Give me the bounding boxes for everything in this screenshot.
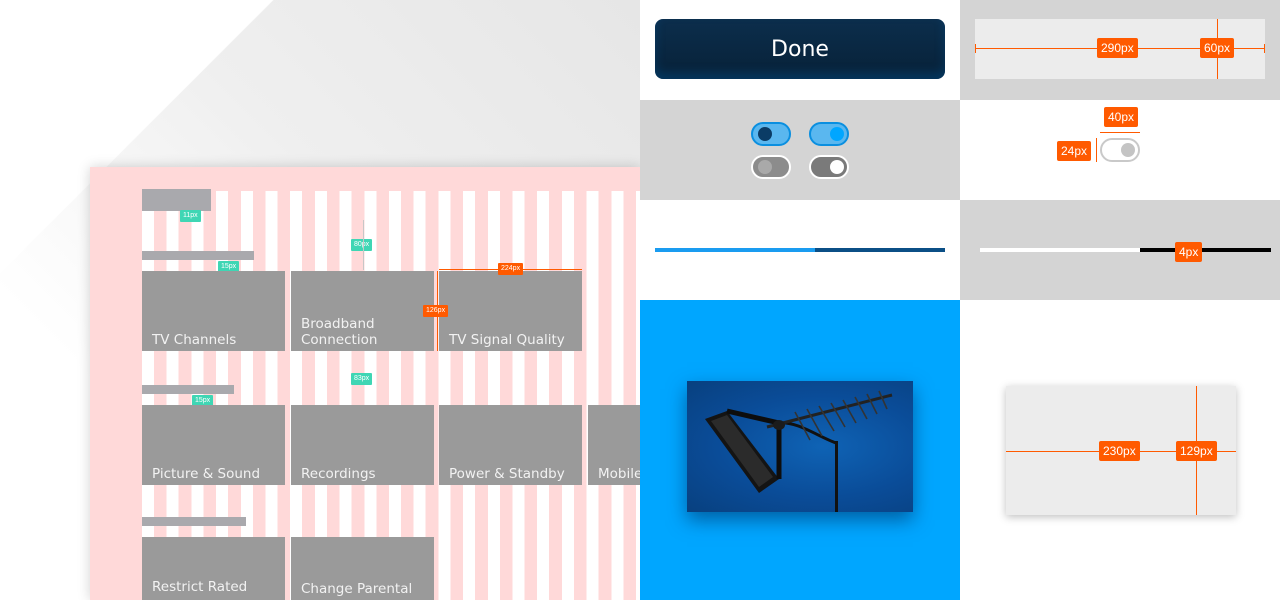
tile-change-parental[interactable]: Change Parental	[291, 537, 434, 600]
toggle-width-label: 40px	[1104, 107, 1139, 127]
done-button[interactable]: Done	[655, 19, 945, 79]
spacing-line	[363, 220, 364, 270]
toggle-on-focused-right[interactable]	[809, 122, 849, 146]
toggle-off-right[interactable]	[809, 155, 849, 179]
section-heading-placeholder	[142, 251, 254, 260]
antenna-image	[687, 381, 913, 512]
width-measure-cap-left	[975, 44, 976, 53]
title-placeholder	[142, 189, 211, 211]
toggle-width-line	[1100, 132, 1140, 133]
tile-label: Power & Standby	[449, 466, 565, 482]
tile-label: Recordings	[301, 466, 376, 482]
slider-spec-track-light	[980, 248, 1140, 252]
tile-recordings[interactable]: Recordings	[291, 405, 434, 485]
tile-tv-signal-quality[interactable]: TV Signal Quality	[439, 271, 582, 351]
toggle-height-line	[1096, 138, 1097, 162]
slider-fill	[655, 248, 815, 252]
toggle-knob	[758, 160, 772, 174]
spacing-tag: 83px	[351, 373, 373, 385]
section-heading-placeholder	[142, 517, 246, 526]
tile-label: TV Channels	[152, 332, 237, 348]
tile-label: Restrict Rated	[152, 579, 248, 595]
tile-label: Broadband Connection	[301, 316, 378, 348]
toggle-cell	[640, 100, 960, 200]
tile-tv-channels[interactable]: TV Channels	[142, 271, 285, 351]
slider-thickness-label: 4px	[1175, 242, 1203, 262]
tile-picture-sound[interactable]: Picture & Sound	[142, 405, 285, 485]
toggle-knob	[1121, 143, 1135, 157]
antenna-icon	[705, 390, 893, 512]
section-heading-placeholder	[142, 385, 234, 394]
tile-mobile[interactable]: Mobile	[588, 405, 640, 485]
spacing-tag: 11px	[180, 210, 201, 222]
toggle-off-left[interactable]	[751, 155, 791, 179]
toggle-knob	[830, 160, 844, 174]
toggle-spec-sample	[1100, 138, 1140, 162]
image-height-label: 129px	[1176, 441, 1217, 461]
width-measure-cap-right	[1264, 44, 1265, 53]
slider-spec-track-dark	[1140, 248, 1271, 252]
tile-label: Change Parental	[301, 581, 413, 597]
width-label: 290px	[1097, 38, 1138, 58]
toggle-height-label: 24px	[1057, 141, 1092, 161]
toggle-on-focused-left[interactable]	[751, 122, 791, 146]
tile-power-standby[interactable]: Power & Standby	[439, 405, 582, 485]
toggle-knob	[830, 127, 844, 141]
tile-label: TV Signal Quality	[449, 332, 565, 348]
spacing-tag: 80px	[351, 239, 373, 251]
layout-grid-panel: 11px 80px 15px TV Channels Broadband Con…	[90, 167, 640, 600]
tile-label: Picture & Sound	[152, 466, 261, 482]
tile-label: Mobile	[598, 466, 640, 482]
width-tag: 224px	[498, 263, 524, 275]
tile-broadband-connection[interactable]: Broadband Connection	[291, 271, 434, 351]
image-width-label: 230px	[1099, 441, 1140, 461]
height-tag: 126px	[423, 305, 449, 317]
height-label: 60px	[1200, 38, 1235, 58]
tile-restrict-rated[interactable]: Restrict Rated	[142, 537, 285, 600]
toggle-knob	[758, 127, 772, 141]
